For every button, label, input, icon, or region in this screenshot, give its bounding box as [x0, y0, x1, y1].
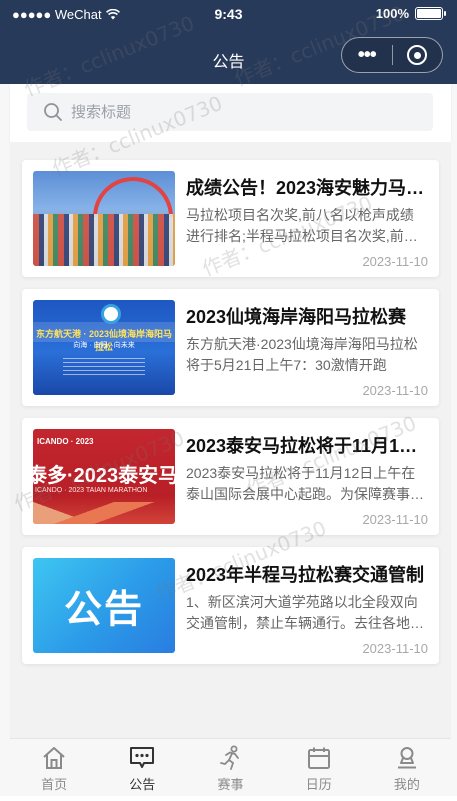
search-input[interactable] — [71, 103, 371, 121]
search-icon — [44, 103, 62, 121]
home-icon — [43, 747, 65, 769]
home-indicator-area — [0, 796, 457, 801]
notice-title: 成绩公告！2023海安魅力马拉松赛 — [186, 178, 426, 198]
battery-group: 100% — [375, 6, 446, 21]
notice-summary: 东方航天港·2023仙境海岸海阳马拉松将于5月21日上午7：30激情开跑 — [186, 336, 418, 373]
page-edge-left — [0, 84, 10, 796]
notice-card[interactable]: 成绩公告！2023海安魅力马拉松赛 马拉松项目名次奖,前八名以枪声成绩进行排名;… — [22, 160, 439, 277]
notice-thumbnail-haiyang-poster: 东方航天港 · 2023仙境海岸海阳马拉松 向海 · 向阳 · 向未来 — [33, 300, 175, 395]
notice-card[interactable]: ICANDO · 2023 泰多·2023泰安马拉 ICANDO · 2023 … — [22, 418, 439, 535]
notice-list: 成绩公告！2023海安魅力马拉松赛 马拉松项目名次奖,前八名以枪声成绩进行排名;… — [10, 142, 451, 738]
notice-date: 2023-11-10 — [362, 383, 428, 398]
message-icon — [130, 747, 155, 768]
notice-summary: 1、新区滨河大道学苑路以北全段双向交通管制，禁止车辆通行。去往各地车辆绕行 — [186, 594, 424, 631]
search-bar-container — [10, 84, 451, 142]
tab-label: 首页 — [41, 777, 68, 792]
thumb-announcement-text: 公告 — [63, 589, 144, 631]
close-circle-icon — [407, 45, 428, 65]
tab-label: 日历 — [305, 777, 332, 792]
tab-label: 公告 — [129, 777, 156, 792]
battery-percent: 100% — [375, 6, 409, 21]
close-program-button[interactable] — [392, 45, 442, 65]
tab-notice[interactable]: 公告 — [98, 739, 186, 796]
notice-date: 2023-11-10 — [362, 254, 428, 269]
tab-calendar[interactable]: 日历 — [275, 739, 363, 796]
notice-summary: 马拉松项目名次奖,前八名以枪声成绩进行排名;半程马拉松项目名次奖,前八名以枪声成… — [186, 207, 418, 244]
notice-title: 2023年半程马拉松赛交通管制 — [186, 565, 425, 585]
more-menu-button[interactable]: ••• — [342, 37, 392, 73]
thumb-banner-brand: ICANDO · 2023 — [37, 437, 94, 446]
calendar-icon — [307, 747, 330, 769]
tab-label: 我的 — [393, 777, 420, 792]
search-box[interactable] — [27, 93, 433, 131]
status-bar: ●●●●● WeChat 9:43 100% — [0, 0, 457, 28]
page-edge-right — [451, 84, 457, 796]
bottom-tab-bar: 首页 公告 赛事 日历 我的 — [10, 738, 451, 796]
notice-card[interactable]: 公告 2023年半程马拉松赛交通管制 1、新区滨河大道学苑路以北全段双向交通管制… — [22, 547, 439, 664]
navigation-bar: 公告 ••• — [0, 28, 457, 84]
tab-label: 赛事 — [217, 777, 244, 792]
runner-icon — [219, 745, 239, 770]
user-icon — [397, 747, 416, 769]
thumb-banner-title: 泰多·2023泰安马拉 — [33, 465, 175, 487]
notice-date: 2023-11-10 — [362, 512, 428, 527]
battery-icon — [415, 7, 446, 20]
notice-thumbnail-announcement: 公告 — [33, 558, 175, 653]
notice-summary: 2023泰安马拉松将于11月12日上午在泰山国际会展中心起跑。为保障赛事顺利进行 — [186, 465, 424, 502]
tab-home[interactable]: 首页 — [10, 739, 98, 796]
notice-title: 2023泰安马拉松将于11月12日开跑 — [186, 436, 426, 456]
thumb-banner-subtitle: ICANDO · 2023 TAIAN MARATHON — [35, 487, 148, 494]
thumb-poster-slogan: 向海 · 向阳 · 向未来 — [73, 342, 135, 349]
notice-card[interactable]: 东方航天港 · 2023仙境海岸海阳马拉松 向海 · 向阳 · 向未来 2023… — [22, 289, 439, 406]
tab-profile[interactable]: 我的 — [363, 739, 451, 796]
notice-thumbnail-taian-banner: ICANDO · 2023 泰多·2023泰安马拉 ICANDO · 2023 … — [33, 429, 175, 524]
notice-date: 2023-11-10 — [362, 641, 428, 656]
notice-thumbnail-marathon-start — [33, 171, 175, 266]
notice-title: 2023仙境海岸海阳马拉松赛 — [186, 307, 407, 327]
mini-program-capsule: ••• — [341, 37, 443, 73]
tab-events[interactable]: 赛事 — [186, 739, 274, 796]
